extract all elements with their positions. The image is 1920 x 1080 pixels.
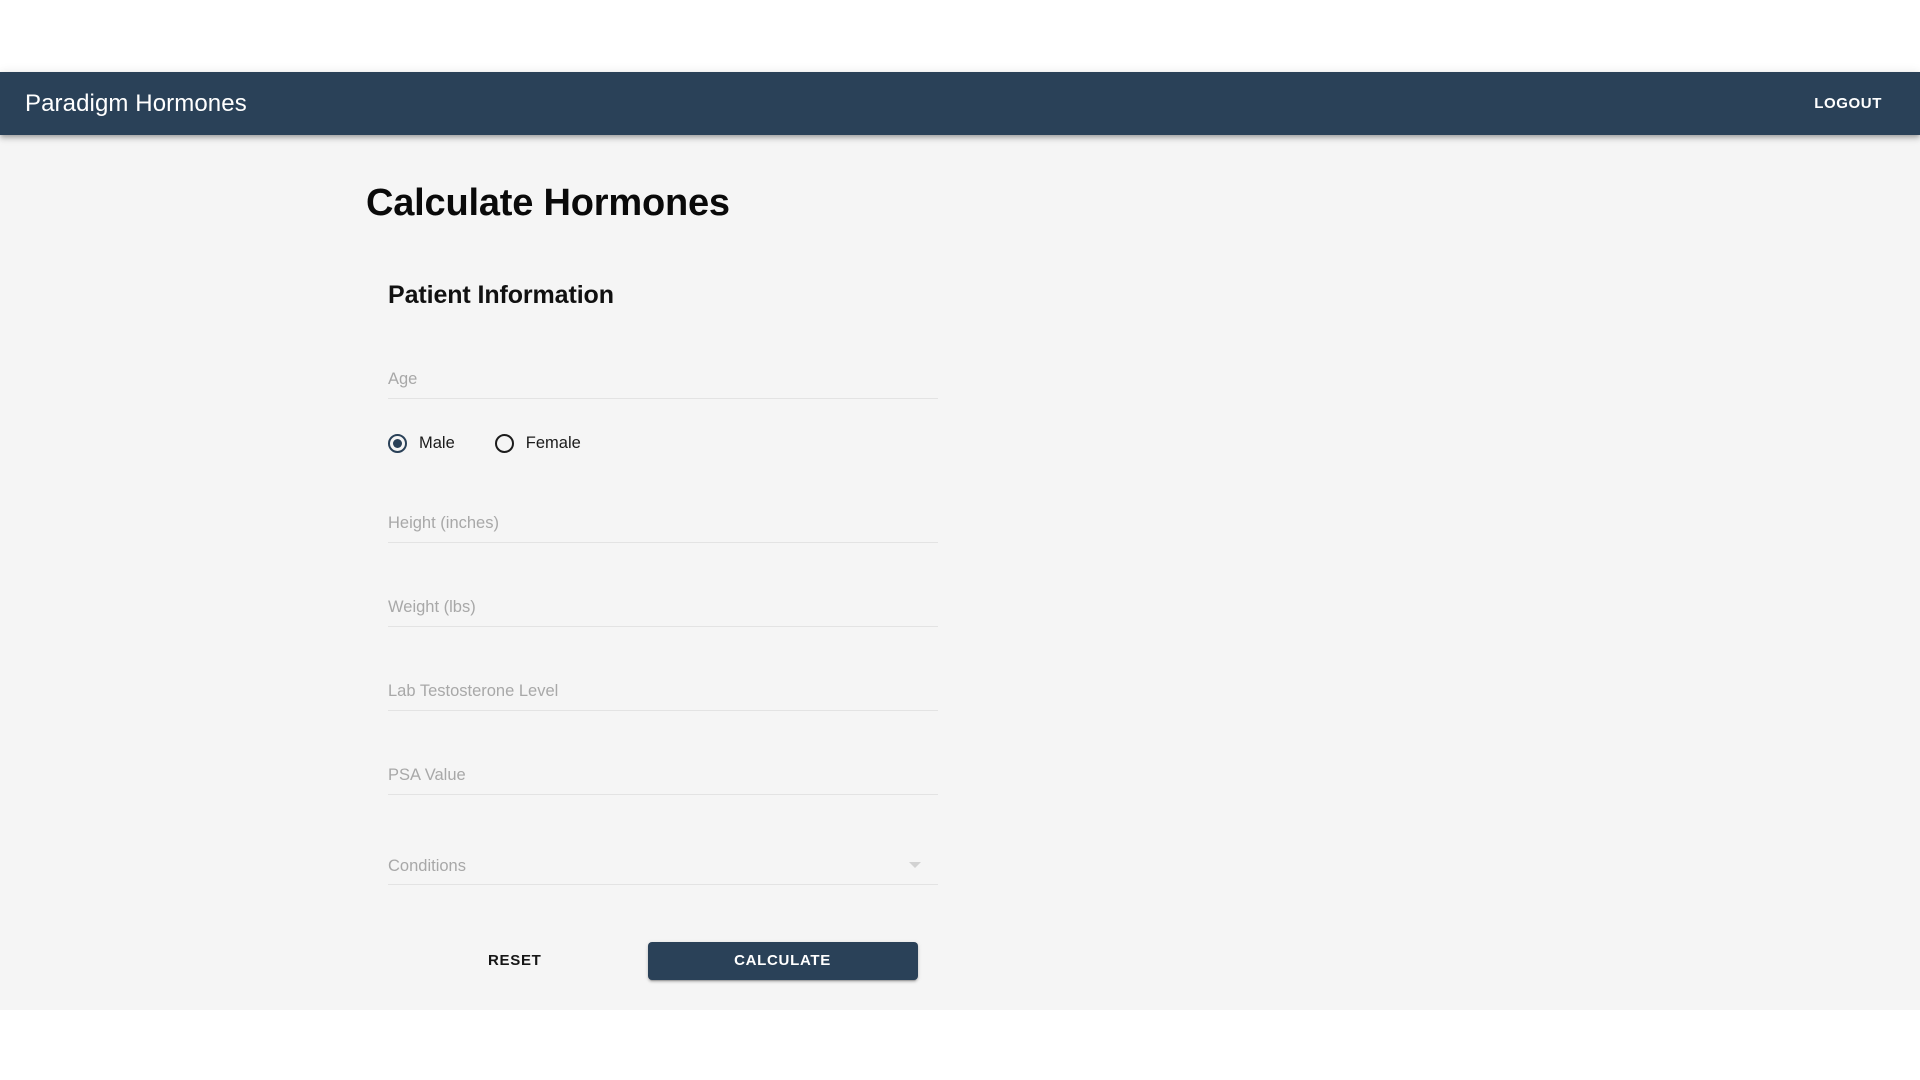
patient-information-form: Patient Information Male Female <box>366 280 938 981</box>
radio-unselected-icon <box>494 433 514 453</box>
app-title: Paradigm Hormones <box>25 89 247 117</box>
chevron-down-icon[interactable] <box>909 862 921 869</box>
conditions-select[interactable]: Conditions <box>388 847 938 886</box>
section-title-patient-information: Patient Information <box>388 280 614 309</box>
gender-radio-group[interactable]: Male Female <box>388 427 936 459</box>
top-white-strip <box>0 0 1920 72</box>
weight-field[interactable] <box>388 589 938 628</box>
conditions-select-value: Conditions <box>388 857 466 876</box>
gender-option-female-label: Female <box>525 433 581 452</box>
logout-button[interactable]: LOGOUT <box>1800 86 1896 121</box>
psa-field[interactable] <box>388 757 938 796</box>
lab-testosterone-field[interactable] <box>388 673 938 712</box>
radio-selected-icon <box>388 433 407 453</box>
height-input[interactable] <box>388 505 938 543</box>
page-title: Calculate Hormones <box>366 182 730 224</box>
gender-option-male-label: Male <box>419 433 455 452</box>
gender-option-female[interactable]: Female <box>494 433 581 453</box>
app-bar: Paradigm Hormones LOGOUT <box>0 72 1920 135</box>
lab-testosterone-input[interactable] <box>388 673 938 711</box>
form-actions: RESET CALCULATE <box>388 941 936 980</box>
app-root: Paradigm Hormones LOGOUT Calculate Hormo… <box>0 0 1920 1080</box>
main-content: Calculate Hormones Patient Information M… <box>366 182 1066 981</box>
reset-button[interactable]: RESET <box>470 941 560 980</box>
psa-input[interactable] <box>388 757 938 795</box>
height-field[interactable] <box>388 505 938 544</box>
age-field[interactable] <box>388 361 938 400</box>
calculate-button[interactable]: CALCULATE <box>647 941 918 980</box>
age-input[interactable] <box>388 361 938 399</box>
gender-option-male[interactable]: Male <box>388 433 455 453</box>
weight-input[interactable] <box>388 589 938 627</box>
